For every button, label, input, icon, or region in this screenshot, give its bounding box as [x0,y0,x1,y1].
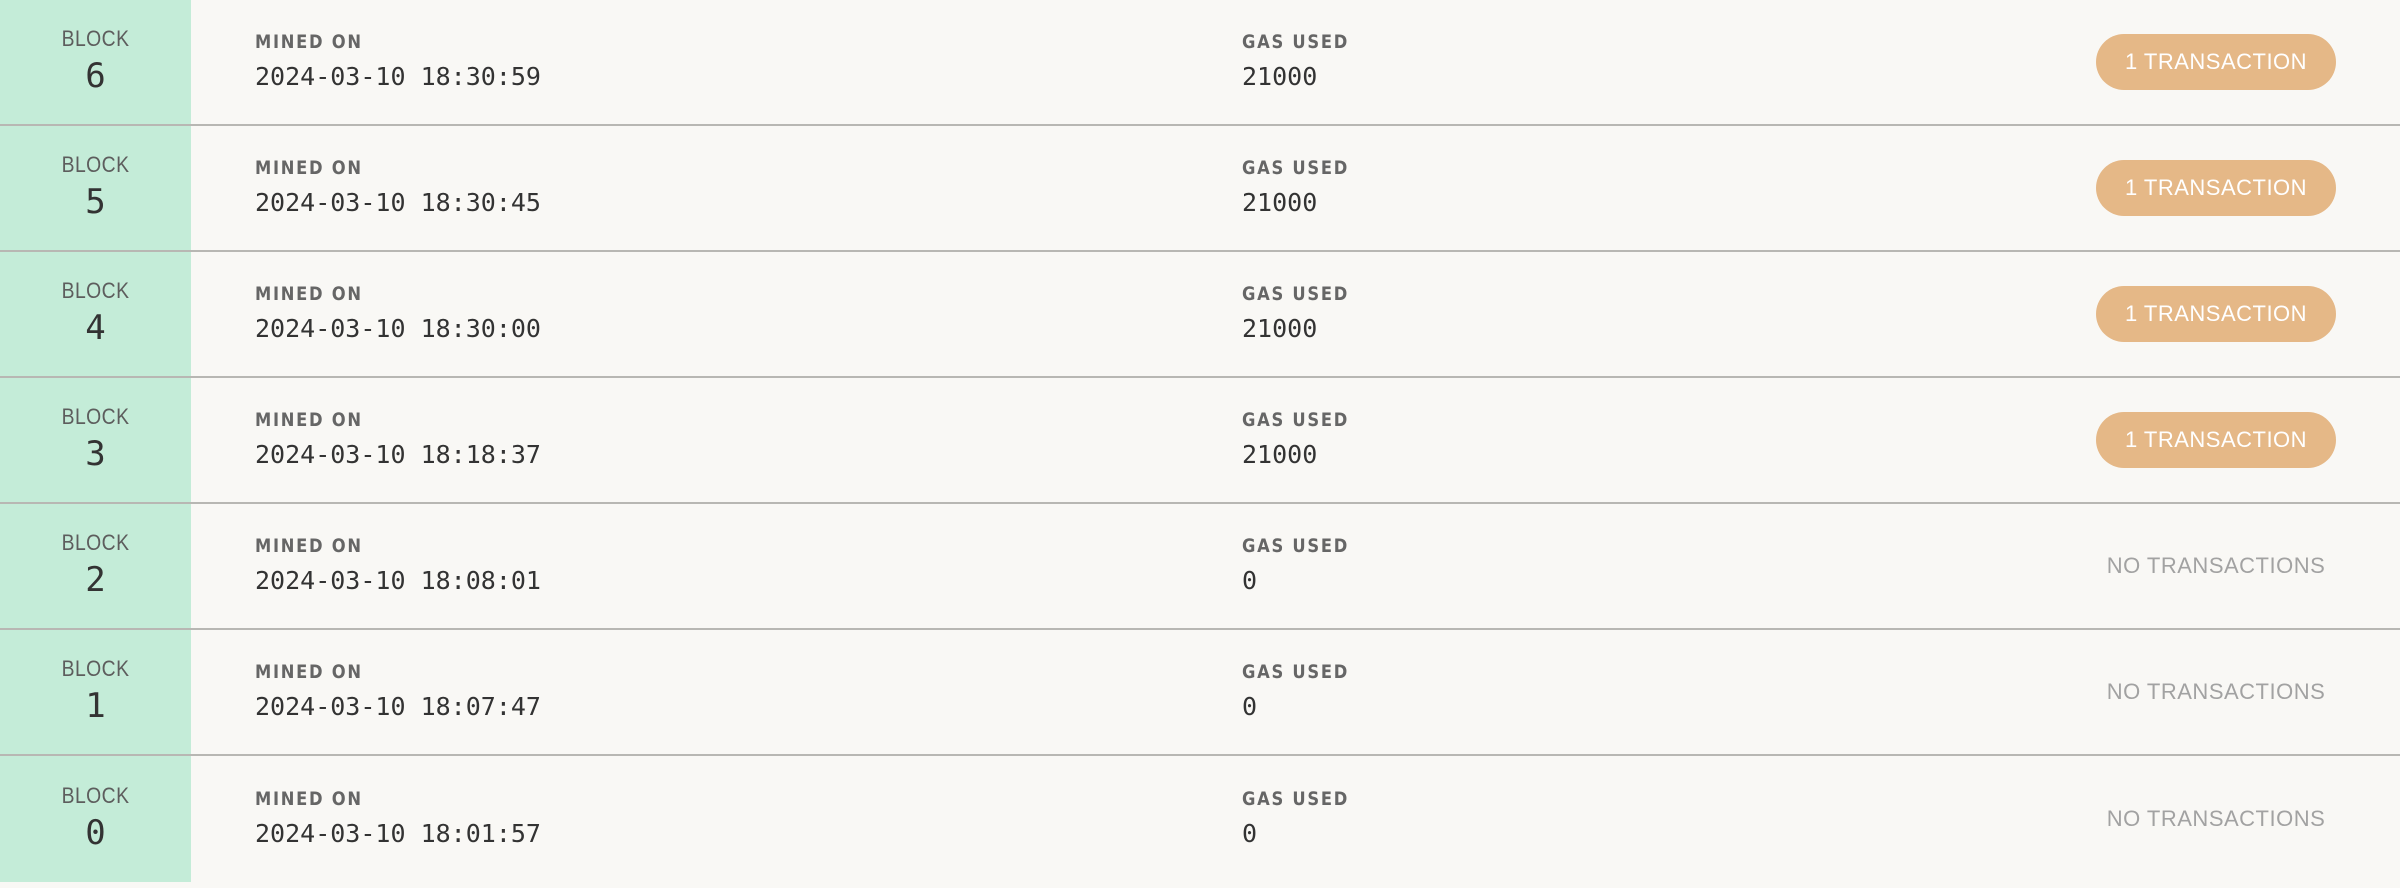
mined-on-field: MINED ON 2024-03-10 18:01:57 [255,756,1242,882]
gas-used-value: 0 [1242,566,1258,595]
gas-used-label: GAS USED [1242,788,1350,810]
gas-used-field: GAS USED 21000 [1242,126,1742,250]
block-row[interactable]: BLOCK 0 MINED ON 2024-03-10 18:01:57 GAS… [0,756,2400,882]
gas-used-field: GAS USED 0 [1242,756,1742,882]
gas-used-value: 21000 [1242,314,1318,343]
gas-used-value: 0 [1242,819,1258,848]
block-list: BLOCK 6 MINED ON 2024-03-10 18:30:59 GAS… [0,0,2400,888]
transactions-button[interactable]: 1 TRANSACTION [2096,412,2336,468]
block-number: 6 [85,56,106,96]
block-number-cell: BLOCK 0 [0,756,191,882]
mined-on-value: 2024-03-10 18:30:45 [255,188,541,217]
block-label: BLOCK [61,152,130,177]
transactions-cell: NO TRANSACTIONS [1742,504,2400,628]
mined-on-value: 2024-03-10 18:07:47 [255,692,541,721]
mined-on-value: 2024-03-10 18:30:59 [255,62,541,91]
gas-used-value: 21000 [1242,188,1318,217]
gas-used-label: GAS USED [1242,535,1350,557]
mined-on-field: MINED ON 2024-03-10 18:18:37 [255,378,1242,502]
block-label: BLOCK [61,26,130,51]
mined-on-label: MINED ON [255,31,363,53]
mined-on-value: 2024-03-10 18:30:00 [255,314,541,343]
gas-used-field: GAS USED 21000 [1242,0,1742,124]
no-transactions-text: NO TRANSACTIONS [2106,679,2326,704]
transactions-cell: NO TRANSACTIONS [1742,630,2400,754]
block-number-cell: BLOCK 3 [0,378,191,502]
mined-on-field: MINED ON 2024-03-10 18:30:00 [255,252,1242,376]
block-row[interactable]: BLOCK 4 MINED ON 2024-03-10 18:30:00 GAS… [0,252,2400,378]
mined-on-field: MINED ON 2024-03-10 18:30:59 [255,0,1242,124]
gas-used-label: GAS USED [1242,157,1350,179]
block-number-cell: BLOCK 5 [0,126,191,250]
block-label: BLOCK [61,656,130,681]
gas-used-label: GAS USED [1242,661,1350,683]
transactions-button[interactable]: 1 TRANSACTION [2096,34,2336,90]
gas-used-field: GAS USED 21000 [1242,252,1742,376]
gas-used-field: GAS USED 0 [1242,504,1742,628]
transactions-cell: 1 TRANSACTION [1742,126,2400,250]
block-label: BLOCK [61,783,130,808]
mined-on-field: MINED ON 2024-03-10 18:07:47 [255,630,1242,754]
mined-on-value: 2024-03-10 18:08:01 [255,566,541,595]
mined-on-label: MINED ON [255,661,363,683]
gas-used-label: GAS USED [1242,31,1350,53]
no-transactions-text: NO TRANSACTIONS [2106,553,2326,578]
block-label: BLOCK [61,530,130,555]
mined-on-label: MINED ON [255,535,363,557]
block-number-cell: BLOCK 6 [0,0,191,124]
mined-on-label: MINED ON [255,283,363,305]
mined-on-value: 2024-03-10 18:01:57 [255,819,541,848]
gas-used-value: 21000 [1242,440,1318,469]
block-number: 2 [85,560,106,600]
block-number: 3 [85,434,106,474]
transactions-button[interactable]: 1 TRANSACTION [2096,286,2336,342]
block-row[interactable]: BLOCK 3 MINED ON 2024-03-10 18:18:37 GAS… [0,378,2400,504]
block-number: 4 [85,308,106,348]
mined-on-value: 2024-03-10 18:18:37 [255,440,541,469]
block-row[interactable]: BLOCK 6 MINED ON 2024-03-10 18:30:59 GAS… [0,0,2400,126]
block-number-cell: BLOCK 4 [0,252,191,376]
block-row[interactable]: BLOCK 2 MINED ON 2024-03-10 18:08:01 GAS… [0,504,2400,630]
gas-used-field: GAS USED 0 [1242,630,1742,754]
block-row[interactable]: BLOCK 1 MINED ON 2024-03-10 18:07:47 GAS… [0,630,2400,756]
block-number-cell: BLOCK 2 [0,504,191,628]
mined-on-label: MINED ON [255,409,363,431]
transactions-button[interactable]: 1 TRANSACTION [2096,160,2336,216]
block-number: 1 [85,686,106,726]
block-row[interactable]: BLOCK 5 MINED ON 2024-03-10 18:30:45 GAS… [0,126,2400,252]
block-number: 0 [85,813,106,853]
gas-used-field: GAS USED 21000 [1242,378,1742,502]
no-transactions-text: NO TRANSACTIONS [2106,806,2326,831]
mined-on-label: MINED ON [255,788,363,810]
block-number-cell: BLOCK 1 [0,630,191,754]
block-number: 5 [85,182,106,222]
mined-on-label: MINED ON [255,157,363,179]
transactions-cell: 1 TRANSACTION [1742,252,2400,376]
block-label: BLOCK [61,404,130,429]
transactions-cell: 1 TRANSACTION [1742,378,2400,502]
transactions-cell: NO TRANSACTIONS [1742,756,2400,882]
transactions-cell: 1 TRANSACTION [1742,0,2400,124]
mined-on-field: MINED ON 2024-03-10 18:08:01 [255,504,1242,628]
gas-used-value: 0 [1242,692,1258,721]
gas-used-value: 21000 [1242,62,1318,91]
block-label: BLOCK [61,278,130,303]
gas-used-label: GAS USED [1242,283,1350,305]
gas-used-label: GAS USED [1242,409,1350,431]
mined-on-field: MINED ON 2024-03-10 18:30:45 [255,126,1242,250]
